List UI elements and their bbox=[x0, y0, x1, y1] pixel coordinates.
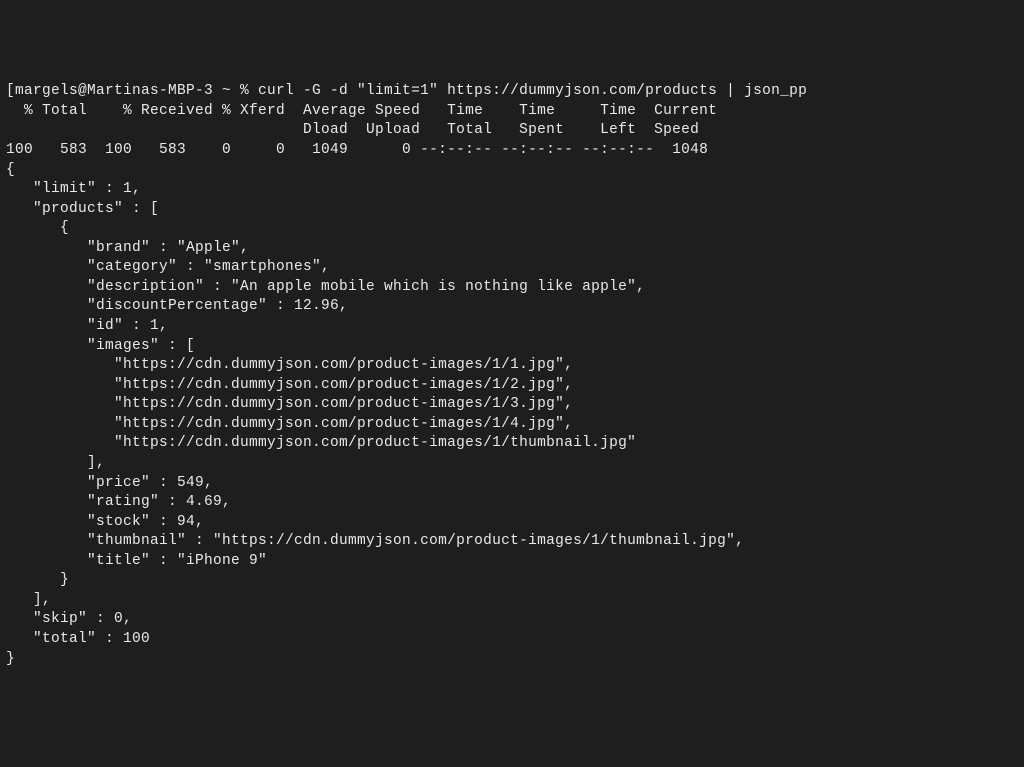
terminal-output[interactable]: [margels@Martinas-MBP-3 ~ % curl -G -d "… bbox=[6, 82, 1018, 669]
json-object-close: } bbox=[6, 572, 69, 588]
json-images-open: "images" : [ bbox=[6, 338, 195, 354]
json-stock-line: "stock" : 94, bbox=[6, 514, 204, 530]
json-open-brace: { bbox=[6, 162, 15, 178]
json-object-open: { bbox=[6, 220, 69, 236]
json-limit-line: "limit" : 1, bbox=[6, 181, 141, 197]
json-image-4: "https://cdn.dummyjson.com/product-image… bbox=[6, 416, 573, 432]
json-skip-line: "skip" : 0, bbox=[6, 611, 132, 627]
json-close-brace: } bbox=[6, 651, 15, 667]
json-products-close: ], bbox=[6, 592, 51, 608]
json-images-close: ], bbox=[6, 455, 105, 471]
json-brand-line: "brand" : "Apple", bbox=[6, 240, 249, 256]
json-products-open: "products" : [ bbox=[6, 201, 159, 217]
json-category-line: "category" : "smartphones", bbox=[6, 259, 330, 275]
curl-stats-line: 100 583 100 583 0 0 1049 0 --:--:-- --:-… bbox=[6, 142, 708, 158]
json-rating-line: "rating" : 4.69, bbox=[6, 494, 231, 510]
json-image-1: "https://cdn.dummyjson.com/product-image… bbox=[6, 357, 573, 373]
prompt-line: [margels@Martinas-MBP-3 ~ % curl -G -d "… bbox=[6, 83, 807, 99]
json-total-line: "total" : 100 bbox=[6, 631, 150, 647]
json-image-3: "https://cdn.dummyjson.com/product-image… bbox=[6, 396, 573, 412]
json-id-line: "id" : 1, bbox=[6, 318, 168, 334]
json-image-5: "https://cdn.dummyjson.com/product-image… bbox=[6, 435, 636, 451]
json-price-line: "price" : 549, bbox=[6, 475, 213, 491]
json-title-line: "title" : "iPhone 9" bbox=[6, 553, 267, 569]
json-description-line: "description" : "An apple mobile which i… bbox=[6, 279, 645, 295]
json-image-2: "https://cdn.dummyjson.com/product-image… bbox=[6, 377, 573, 393]
json-thumbnail-line: "thumbnail" : "https://cdn.dummyjson.com… bbox=[6, 533, 744, 549]
json-discount-line: "discountPercentage" : 12.96, bbox=[6, 298, 348, 314]
curl-header-line2: Dload Upload Total Spent Left Speed bbox=[6, 122, 699, 138]
curl-header-line1: % Total % Received % Xferd Average Speed… bbox=[6, 103, 717, 119]
